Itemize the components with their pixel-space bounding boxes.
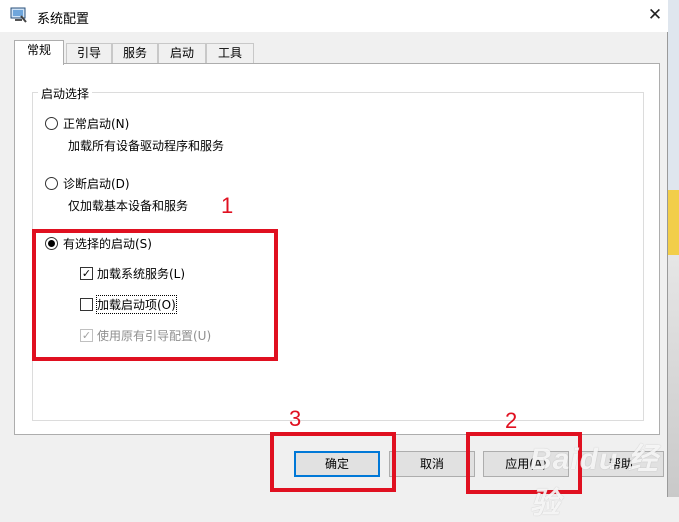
selective-startup-label[interactable]: 有选择的启动(S) xyxy=(63,235,152,252)
use-original-boot-label: 使用原有引导配置(U) xyxy=(97,329,212,343)
tab-startup[interactable]: 启动 xyxy=(158,43,206,64)
system-config-app-icon xyxy=(10,7,27,23)
tab-services[interactable]: 服务 xyxy=(112,43,158,64)
use-original-boot-checkbox: ✓ xyxy=(80,329,93,342)
normal-startup-radio[interactable] xyxy=(45,117,58,130)
general-tab-panel: 启动选择 正常启动(N) 加载所有设备驱动程序和服务 诊断启动(D) 仅加载基本… xyxy=(14,63,660,435)
annotation-number-1: 1 xyxy=(221,193,234,218)
selective-startup-radio[interactable] xyxy=(45,237,58,250)
cancel-button[interactable]: 取消 xyxy=(389,451,475,477)
close-icon[interactable]: ✕ xyxy=(644,4,666,26)
diagnostic-startup-radio[interactable] xyxy=(45,177,58,190)
baidu-watermark: Baidu 经验 xyxy=(530,443,659,520)
load-startup-items-label[interactable]: 加载启动项(O) xyxy=(96,295,177,314)
diagnostic-startup-label[interactable]: 诊断启动(D) xyxy=(63,175,130,192)
window-title: 系统配置 xyxy=(37,12,90,27)
radio-selected-dot xyxy=(48,240,55,247)
annotation-number-2: 2 xyxy=(505,408,518,433)
system-config-window: 系统配置 ✕ 常规 引导 服务 启动 工具 启动选择 正常启动(N) 加载所有设… xyxy=(0,0,668,497)
load-system-services-checkbox[interactable]: ✓ xyxy=(80,267,93,280)
tab-boot[interactable]: 引导 xyxy=(66,43,112,64)
normal-startup-description: 加载所有设备驱动程序和服务 xyxy=(68,139,225,153)
tab-tools[interactable]: 工具 xyxy=(206,43,254,64)
diagnostic-startup-description: 仅加载基本设备和服务 xyxy=(68,199,189,213)
group-legend: 启动选择 xyxy=(38,85,93,102)
title-bar: 系统配置 ✕ xyxy=(0,0,668,32)
ok-button[interactable]: 确定 xyxy=(294,451,380,477)
normal-startup-label[interactable]: 正常启动(N) xyxy=(63,115,129,132)
annotation-number-3: 3 xyxy=(289,406,302,431)
tab-general[interactable]: 常规 xyxy=(14,40,64,65)
startup-selection-group: 启动选择 正常启动(N) 加载所有设备驱动程序和服务 诊断启动(D) 仅加载基本… xyxy=(32,85,644,421)
background-desktop-strip xyxy=(668,0,679,497)
load-system-services-label[interactable]: 加载系统服务(L) xyxy=(97,265,185,282)
load-startup-items-checkbox[interactable] xyxy=(80,298,93,311)
